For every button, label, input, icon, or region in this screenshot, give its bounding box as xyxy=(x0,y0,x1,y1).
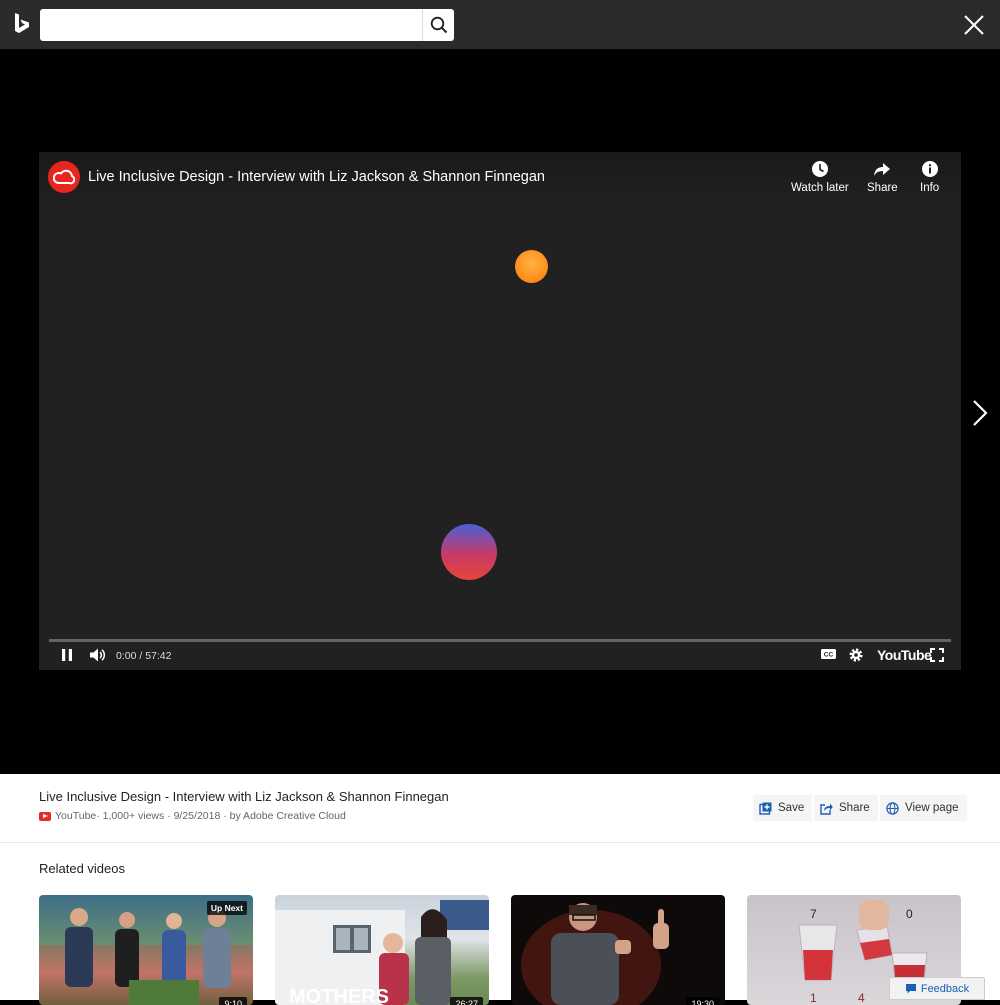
meta-text: · 1,000+ views · 9/25/2018 · by Adobe Cr… xyxy=(96,810,346,822)
up-next-badge: Up Next xyxy=(206,901,247,915)
view-page-label: View page xyxy=(905,802,959,814)
youtube-logo[interactable]: YouTube xyxy=(877,647,932,663)
svg-text:7: 7 xyxy=(810,907,817,921)
volume-icon xyxy=(90,648,106,662)
share-page-label: Share xyxy=(839,802,870,814)
svg-text:0: 0 xyxy=(906,907,913,921)
duration-badge: 26:27 xyxy=(450,997,483,1005)
video-details: Live Inclusive Design - Interview with L… xyxy=(0,774,1000,1005)
globe-icon xyxy=(886,801,899,815)
creative-cloud-icon xyxy=(53,169,75,185)
search-box xyxy=(40,9,454,41)
loading-orb-blue-red xyxy=(441,524,497,580)
share-label: Share xyxy=(867,182,898,194)
watch-later-label: Watch later xyxy=(791,182,849,194)
related-videos-heading: Related videos xyxy=(39,861,125,876)
info-button[interactable]: Info xyxy=(920,160,939,200)
bing-logo-icon[interactable] xyxy=(12,12,32,36)
time-display: 0:00 / 57:42 xyxy=(116,650,172,662)
save-icon xyxy=(759,802,772,815)
share-page-button[interactable]: Share xyxy=(814,795,878,821)
thumbnail-overlay-text: MOTHERS xyxy=(289,986,389,1005)
info-icon xyxy=(921,161,938,177)
divider xyxy=(0,842,1000,843)
video-meta: YouTube · 1,000+ views · 9/25/2018 · by … xyxy=(39,810,346,822)
settings-button[interactable] xyxy=(848,647,864,663)
related-video-1[interactable]: Up Next 9:10 xyxy=(39,895,253,1005)
feedback-button[interactable]: Feedback xyxy=(889,977,985,1000)
pause-icon xyxy=(62,649,72,661)
fullscreen-button[interactable] xyxy=(929,647,945,663)
search-input[interactable] xyxy=(40,9,420,41)
share-arrow-icon xyxy=(874,163,891,176)
search-icon xyxy=(430,16,447,34)
channel-logo[interactable] xyxy=(48,161,80,193)
video-player[interactable]: Live Inclusive Design - Interview with L… xyxy=(39,152,961,670)
search-button[interactable] xyxy=(422,9,454,41)
info-label: Info xyxy=(920,182,940,194)
duration-badge: 9:10 xyxy=(219,997,247,1005)
svg-text:1: 1 xyxy=(810,991,817,1005)
volume-button[interactable] xyxy=(89,647,107,663)
share-button[interactable]: Share xyxy=(867,160,898,200)
clock-icon xyxy=(811,161,828,177)
player-controls: 0:00 / 57:42 CC YouTube xyxy=(39,642,961,670)
feedback-icon xyxy=(905,984,916,994)
thumbnail-image xyxy=(521,903,669,1005)
captions-icon: CC xyxy=(821,649,836,659)
related-video-3[interactable]: 19:30 xyxy=(511,895,725,1005)
related-video-2[interactable]: MOTHERS 26:27 xyxy=(275,895,489,1005)
source-link[interactable]: YouTube xyxy=(55,810,96,822)
fullscreen-icon xyxy=(930,648,944,662)
chevron-right-icon[interactable] xyxy=(970,399,990,427)
captions-button[interactable]: CC xyxy=(820,647,837,661)
duration-badge: 19:30 xyxy=(686,997,719,1005)
watch-later-button[interactable]: Watch later xyxy=(791,160,849,200)
view-page-button[interactable]: View page xyxy=(880,795,967,821)
share-icon xyxy=(820,803,833,815)
feedback-label: Feedback xyxy=(920,982,970,995)
details-title: Live Inclusive Design - Interview with L… xyxy=(39,789,449,804)
thumbnail-image: MOTHERS xyxy=(275,900,489,1005)
svg-text:CC: CC xyxy=(824,652,834,659)
loading-orb-orange xyxy=(515,250,548,283)
top-bar xyxy=(0,0,1000,49)
pause-button[interactable] xyxy=(59,647,75,663)
close-icon[interactable] xyxy=(962,13,986,37)
svg-text:4: 4 xyxy=(858,991,865,1005)
save-button[interactable]: Save xyxy=(753,795,813,821)
video-stage: Live Inclusive Design - Interview with L… xyxy=(0,49,1000,774)
save-label: Save xyxy=(778,802,805,814)
gear-icon xyxy=(849,648,863,662)
video-title[interactable]: Live Inclusive Design - Interview with L… xyxy=(88,169,545,185)
youtube-mini-icon xyxy=(39,811,51,821)
